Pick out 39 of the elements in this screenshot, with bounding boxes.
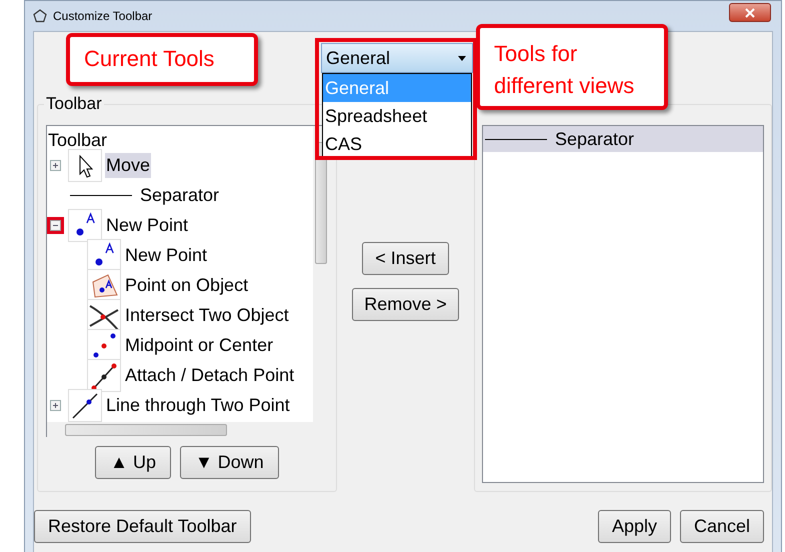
tree-item[interactable]: Line through Two Point <box>105 392 291 418</box>
line-through-points-icon <box>68 388 102 422</box>
close-button[interactable] <box>729 3 771 22</box>
list-item-label: Separator <box>555 128 634 150</box>
tree-item[interactable]: Midpoint or Center <box>124 332 274 358</box>
intersecting-lines-icon <box>87 298 121 332</box>
callout-label: Current Tools <box>66 33 258 86</box>
separator-line <box>485 138 547 140</box>
tree-item[interactable]: New Point <box>105 212 190 238</box>
separator-line <box>70 194 132 196</box>
tree-root[interactable]: Toolbar <box>48 130 313 150</box>
point-in-polygon-icon <box>87 268 121 302</box>
point-icon <box>87 238 121 272</box>
pentagon-icon <box>33 9 47 23</box>
view-dropdown[interactable]: General <box>321 43 473 73</box>
expand-icon[interactable] <box>50 160 61 170</box>
expand-icon[interactable] <box>50 400 61 410</box>
move-up-button[interactable]: ▲ Up <box>95 446 171 479</box>
restore-default-button[interactable]: Restore Default Toolbar <box>34 510 251 542</box>
three-points-icon <box>87 328 121 362</box>
tree-item[interactable]: Attach / Detach Point <box>124 362 296 388</box>
tree-item[interactable]: Separator <box>140 184 220 206</box>
window-title: Customize Toolbar <box>53 9 152 23</box>
close-icon <box>745 8 755 18</box>
point-on-segment-icon <box>87 358 121 392</box>
tree-item[interactable]: Intersect Two Object <box>124 302 290 328</box>
apply-button[interactable]: Apply <box>598 510 671 542</box>
point-icon <box>68 208 102 242</box>
remove-button[interactable]: Remove > <box>352 288 459 321</box>
list-row[interactable]: Separator <box>483 126 763 152</box>
tree-item[interactable]: Move <box>105 152 152 178</box>
tree-item[interactable]: Point on Object <box>124 272 250 298</box>
caret-icon <box>458 56 466 60</box>
tree-item[interactable]: New Point <box>124 242 208 268</box>
move-down-button[interactable]: ▼ Down <box>180 446 279 479</box>
cancel-button[interactable]: Cancel <box>680 510 764 542</box>
callout-label: Tools for different views <box>476 24 668 110</box>
insert-button[interactable]: < Insert <box>362 242 449 275</box>
horizontal-scrollbar[interactable] <box>47 422 329 438</box>
